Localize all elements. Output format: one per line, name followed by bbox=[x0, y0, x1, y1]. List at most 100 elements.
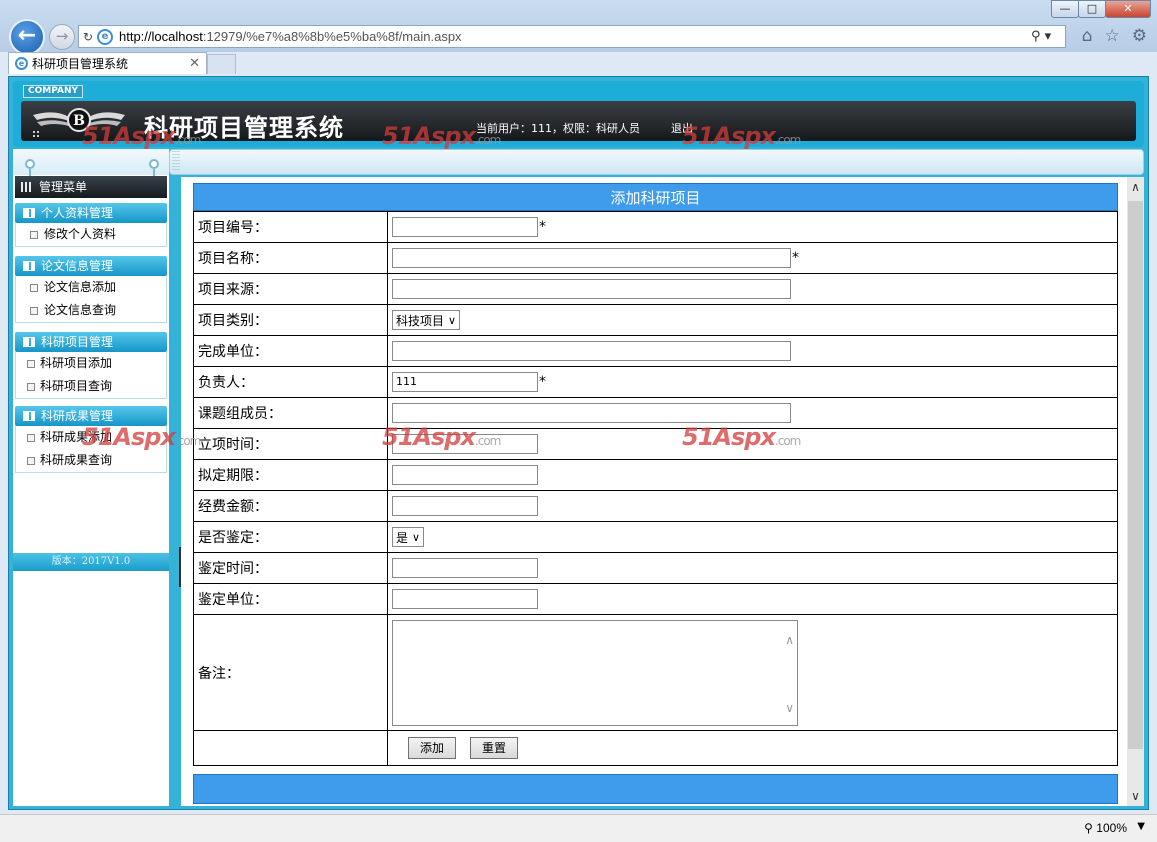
add-project-form: 添加科研项目 项目编号： * 项目名称： * 项目来源： 项目类别： 科技项目 ∨ bbox=[193, 183, 1118, 804]
field-label: 经费金额： bbox=[193, 490, 388, 522]
tab-title: 科研项目管理系统 bbox=[32, 57, 129, 71]
back-button[interactable]: ← bbox=[9, 19, 45, 55]
field-label: 课题组成员： bbox=[193, 397, 388, 429]
winged-b-logo-icon: B bbox=[33, 108, 125, 137]
menu-group-projects: 科研项目管理 科研项目添加 科研项目查询 bbox=[15, 332, 167, 399]
url-text[interactable]: http://localhost:12979/%e7%a8%8b%e5%ba%8… bbox=[119, 29, 1031, 44]
appraisal-unit-input[interactable] bbox=[392, 589, 538, 609]
main-scrollbar[interactable]: ∧ ∨ bbox=[1127, 177, 1144, 806]
minimize-button[interactable]: — bbox=[1051, 0, 1079, 18]
document-icon bbox=[30, 231, 38, 239]
tab-row: e 科研项目管理系统 ✕ bbox=[0, 52, 1157, 74]
form-row: 经费金额： bbox=[193, 490, 1118, 522]
field-label: 负责人： bbox=[193, 366, 388, 398]
form-footer-bar bbox=[193, 774, 1118, 804]
book-icon bbox=[23, 411, 35, 421]
add-button[interactable]: 添加 bbox=[408, 737, 457, 759]
logout-link[interactable]: 退出 bbox=[671, 120, 693, 136]
main-content: 添加科研项目 项目编号： * 项目名称： * 项目来源： 项目类别： 科技项目 ∨ bbox=[181, 177, 1144, 806]
group-title[interactable]: 科研成果管理 bbox=[15, 406, 167, 426]
field-label: 备注： bbox=[193, 614, 388, 731]
menu-item-add-project[interactable]: 科研项目添加 bbox=[16, 352, 166, 375]
svg-text:B: B bbox=[73, 113, 85, 129]
menu-item-query-project[interactable]: 科研项目查询 bbox=[16, 375, 166, 398]
refresh-icon[interactable]: ↻ bbox=[83, 30, 93, 44]
form-row: 项目名称： * bbox=[193, 242, 1118, 274]
project-source-input[interactable] bbox=[392, 279, 791, 299]
form-row: 课题组成员： bbox=[193, 397, 1118, 429]
sidebar: 管理菜单 个人资料管理 修改个人资料 论文信息管理 论文信息添加 论文信息查询 … bbox=[13, 149, 169, 806]
project-name-input[interactable] bbox=[392, 248, 791, 268]
form-row: 项目编号： * bbox=[193, 211, 1118, 243]
group-title[interactable]: 科研项目管理 bbox=[15, 332, 167, 352]
splitter-grip[interactable] bbox=[172, 151, 180, 171]
form-row: 项目类别： 科技项目 ∨ bbox=[193, 304, 1118, 336]
pin-icon bbox=[149, 159, 159, 181]
remarks-textarea[interactable]: ∧ ∨ bbox=[392, 619, 798, 726]
form-row: 是否鉴定： 是 ∨ bbox=[193, 521, 1118, 553]
address-bar[interactable]: ↻ e http://localhost:12979/%e7%a8%8b%e5%… bbox=[78, 25, 1066, 48]
reset-button[interactable]: 重置 bbox=[470, 737, 519, 759]
group-title[interactable]: 论文信息管理 bbox=[15, 256, 167, 276]
settings-gear-icon[interactable]: ⚙ bbox=[1132, 26, 1147, 46]
menu-item-add-paper[interactable]: 论文信息添加 bbox=[16, 276, 166, 299]
document-icon bbox=[27, 383, 35, 391]
form-row: 鉴定单位： bbox=[193, 583, 1118, 615]
members-input[interactable] bbox=[392, 403, 791, 423]
leader-input[interactable]: 111 bbox=[392, 372, 538, 392]
appraisal-time-input[interactable] bbox=[392, 558, 538, 578]
tab-close-icon[interactable]: ✕ bbox=[189, 56, 200, 71]
close-window-button[interactable]: ✕ bbox=[1105, 0, 1151, 18]
book-icon bbox=[23, 337, 35, 347]
form-row: 添加 重置 bbox=[193, 730, 1118, 766]
menu-group-papers: 论文信息管理 论文信息添加 论文信息查询 bbox=[15, 256, 167, 323]
menu-item-query-paper[interactable]: 论文信息查询 bbox=[16, 299, 166, 322]
field-label: 项目类别： bbox=[193, 304, 388, 336]
scroll-down-icon[interactable]: ∨ bbox=[785, 701, 794, 715]
scroll-up-icon[interactable]: ∧ bbox=[785, 633, 794, 647]
favorites-star-icon[interactable]: ☆ bbox=[1105, 26, 1120, 46]
grid-menu-icon bbox=[21, 182, 33, 192]
scroll-up-arrow-icon[interactable]: ∧ bbox=[1127, 177, 1144, 197]
project-type-select[interactable]: 科技项目 ∨ bbox=[392, 310, 461, 330]
menu-item-edit-profile[interactable]: 修改个人资料 bbox=[16, 223, 166, 246]
form-row: 负责人： 111 * bbox=[193, 366, 1118, 398]
document-icon bbox=[30, 307, 38, 315]
search-dropdown-icon[interactable]: ⚲ ▾ bbox=[1031, 29, 1065, 44]
field-label: 项目来源： bbox=[193, 273, 388, 305]
menu-item-query-achievement[interactable]: 科研成果查询 bbox=[16, 449, 166, 472]
field-label: 完成单位： bbox=[193, 335, 388, 367]
required-mark: * bbox=[539, 219, 546, 235]
maximize-button[interactable]: □ bbox=[1078, 0, 1106, 18]
start-time-input[interactable] bbox=[392, 434, 538, 454]
new-tab-button[interactable] bbox=[207, 54, 236, 74]
chevron-down-icon: ∨ bbox=[412, 530, 421, 544]
completion-unit-input[interactable] bbox=[392, 341, 791, 361]
ie-logo-icon: e bbox=[97, 28, 114, 45]
browser-tab[interactable]: e 科研项目管理系统 ✕ bbox=[8, 52, 207, 74]
form-row: 项目来源： bbox=[193, 273, 1118, 305]
version-label: 版本：2017V1.0 bbox=[13, 553, 169, 571]
menu-item-add-achievement[interactable]: 科研成果添加 bbox=[16, 426, 166, 449]
field-label: 鉴定单位： bbox=[193, 583, 388, 615]
funding-input[interactable] bbox=[392, 496, 538, 516]
form-title: 添加科研项目 bbox=[193, 183, 1118, 211]
deadline-input[interactable] bbox=[392, 465, 538, 485]
site-header: COMPANY B 科研项目管理系统 当前用户：111，权限：科研人员 退出 bbox=[13, 81, 1144, 147]
form-row: 立项时间： bbox=[193, 428, 1118, 460]
document-icon bbox=[27, 434, 35, 442]
required-mark: * bbox=[539, 374, 546, 390]
zoom-level[interactable]: ⚲ 100% bbox=[1084, 821, 1127, 835]
form-row: 完成单位： bbox=[193, 335, 1118, 367]
scroll-down-arrow-icon[interactable]: ∨ bbox=[1127, 786, 1144, 806]
appraised-select[interactable]: 是 ∨ bbox=[392, 527, 425, 547]
home-icon[interactable]: ⌂ bbox=[1082, 26, 1093, 46]
document-icon bbox=[30, 284, 38, 292]
field-label: 立项时间： bbox=[193, 428, 388, 460]
page-frame: COMPANY B 科研项目管理系统 当前用户：111，权限：科研人员 退出 管… bbox=[8, 76, 1149, 810]
zoom-dropdown-icon[interactable]: ▼ bbox=[1137, 821, 1145, 832]
group-title[interactable]: 个人资料管理 bbox=[15, 203, 167, 223]
scrollbar-thumb[interactable] bbox=[1128, 201, 1143, 749]
forward-button[interactable]: → bbox=[49, 24, 75, 50]
project-no-input[interactable] bbox=[392, 217, 538, 237]
